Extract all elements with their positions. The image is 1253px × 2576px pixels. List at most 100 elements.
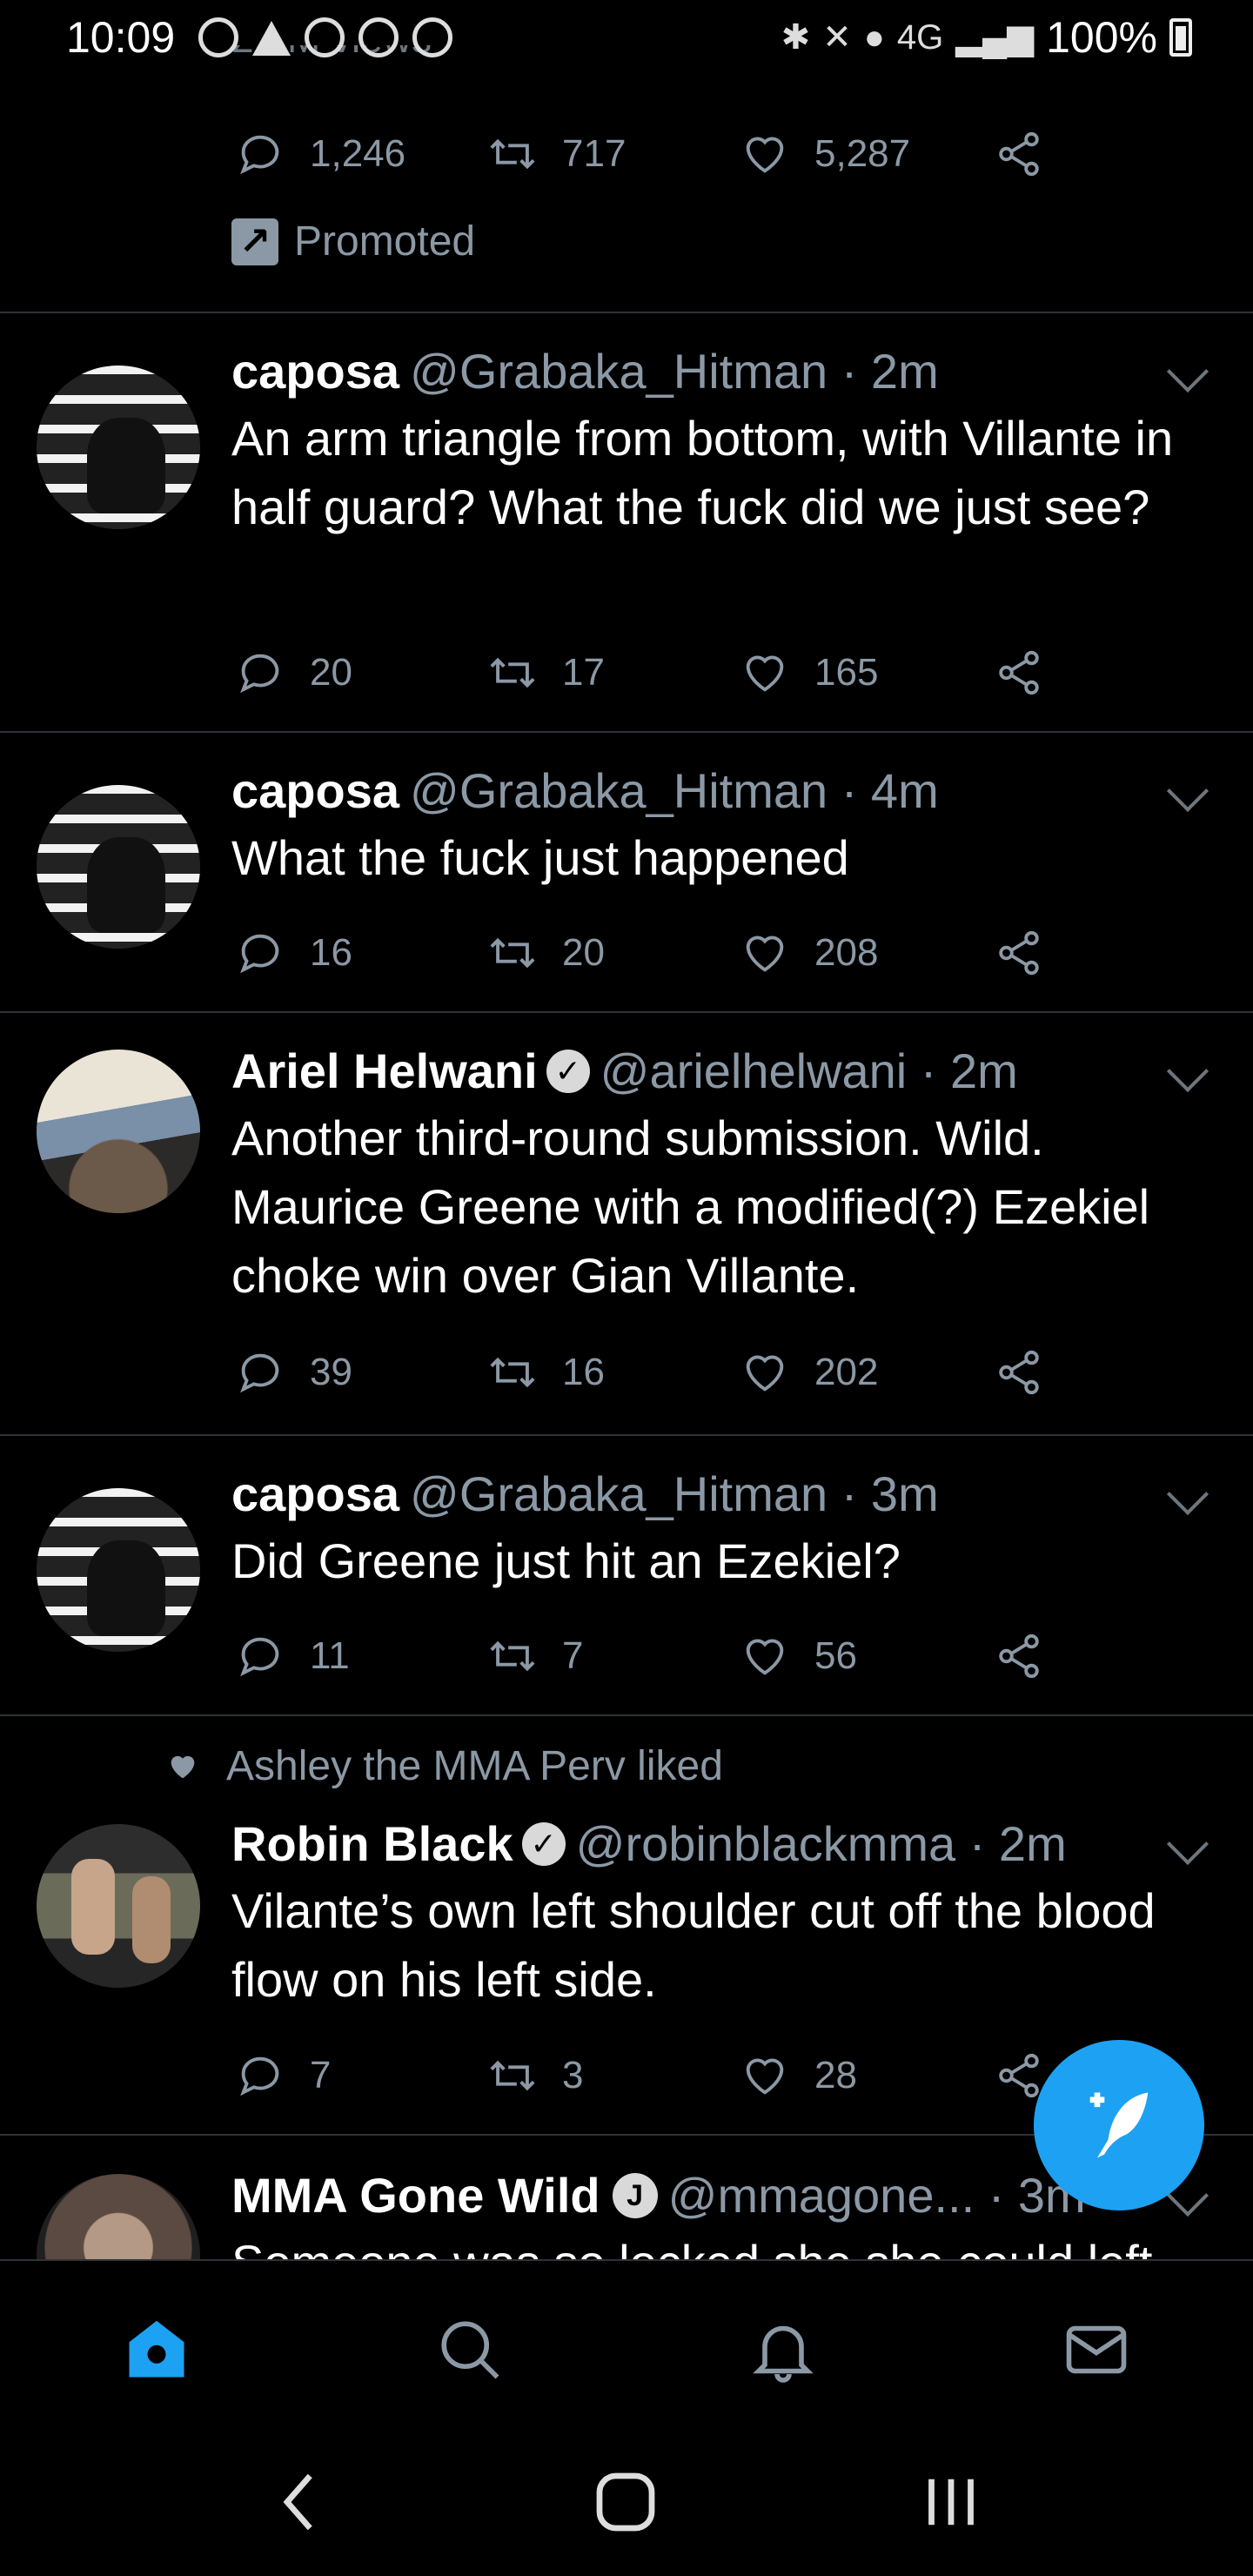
author-handle[interactable]: @Grabaka_Hitman · 3m [410,1464,939,1525]
badge-icon: J [612,2173,658,2218]
author-handle[interactable]: @robinblackmma · 2m [576,1814,1067,1875]
retweet-button[interactable]: 16 [487,1347,605,1398]
share-icon [999,1633,1039,1679]
home-button[interactable] [586,2463,665,2541]
retweet-icon [490,2060,535,2091]
retweet-button[interactable]: 3 [487,2050,583,2101]
retweet-button[interactable]: 7 [487,1631,583,1681]
reply-icon [240,1637,279,1677]
spotify-icon [198,17,238,57]
author-handle[interactable]: @Grabaka_Hitman · 4m [410,761,939,822]
reply-icon [240,135,279,175]
reply-icon [240,1353,279,1393]
tweet-actions: 16 20 208 [235,928,1070,980]
promoted-icon [231,218,278,265]
like-button[interactable]: 208 [740,928,878,978]
reply-button[interactable]: 20 [235,647,352,698]
verified-badge-icon: ✓ [521,1822,566,1866]
author-name[interactable]: caposa [231,1464,399,1525]
retweet-button[interactable]: 717 [487,129,626,179]
like-button[interactable]: 202 [740,1347,878,1398]
chevron-down-icon[interactable] [1166,769,1209,813]
bell-icon [753,2325,814,2383]
share-button[interactable] [994,2050,1044,2101]
back-button[interactable] [261,2463,339,2541]
author-name[interactable]: caposa [231,761,399,822]
author-name[interactable]: Ariel Helwani [231,1041,538,1102]
tweet-card[interactable]: caposa @Grabaka_Hitman · 2m An arm trian… [0,313,1253,731]
retweet-icon [490,657,535,688]
author-name[interactable]: Robin Black [231,1814,513,1875]
tweet-header: caposa @Grabaka_Hitman · 2m [231,341,939,402]
share-button[interactable] [994,928,1044,978]
author-handle[interactable]: @Grabaka_Hitman · 2m [410,341,939,402]
social-context: Ashley the MMA Perv liked [165,1742,723,1790]
promoted-label: Promoted [231,218,475,265]
tweet-card[interactable]: caposa @Grabaka_Hitman · 4m What the fuc… [0,733,1253,1011]
like-button[interactable]: 28 [740,2050,857,2101]
tweet-text: An arm triangle from bottom, with Villan… [231,411,1174,534]
signal-icon: ▂▄▆ [955,18,1035,57]
avatar[interactable] [37,1488,200,1652]
avatar[interactable] [37,366,200,529]
tweet-actions: 11 7 56 [235,1631,1070,1683]
tweet-text: What the fuck just happened [231,830,849,885]
like-button[interactable]: 5,287 [740,129,910,179]
retweet-button[interactable]: 20 [487,928,605,978]
tweet-text: Vilante’s own left shoulder cut off the … [231,1883,1156,2007]
retweet-icon [490,937,535,969]
share-button[interactable] [994,1347,1044,1398]
verified-badge-icon: ✓ [546,1050,590,1093]
chevron-down-icon[interactable] [1166,350,1209,393]
tweet-actions: 7 3 28 [235,2050,1070,2103]
status-bar: 10:09 ✱ ✕ ● 4G ▂▄▆ 100% [0,0,1253,77]
tweet-header: Robin Black ✓ @robinblackmma · 2m [231,1814,1067,1875]
notification-icons [198,17,452,57]
reply-icon [240,934,279,974]
heart-icon [746,1639,784,1675]
avatar[interactable] [37,1050,200,1213]
chevron-down-icon[interactable] [1166,1050,1209,1093]
recents-button[interactable] [912,2463,990,2541]
author-handle[interactable]: @arielhelwani · 2m [600,1041,1018,1102]
tweet-card[interactable]: Ariel Helwani ✓ @arielhelwani · 2m Anoth… [0,1013,1253,1434]
retweet-button[interactable]: 17 [487,647,605,698]
chevron-down-icon[interactable] [1166,1822,1209,1866]
timeline-feed[interactable]: 2.9M views 1,246 717 5,287 Promoted capo… [0,0,1253,2259]
like-button[interactable]: 165 [740,647,878,698]
share-button[interactable] [994,129,1044,179]
retweet-icon [490,1640,535,1672]
reply-button[interactable]: 7 [235,2050,331,2101]
author-name[interactable]: MMA Gone Wild [231,2165,600,2226]
tab-home[interactable] [120,2313,193,2386]
heart-icon [746,1355,784,1392]
share-icon [999,930,1039,976]
battery-icon [1169,18,1192,57]
tab-notifications[interactable] [747,2313,820,2386]
share-button[interactable] [994,647,1044,698]
network-type: 4G [896,17,944,57]
bluetooth-icon: ✱ [781,18,811,57]
reply-button[interactable]: 39 [235,1347,352,1398]
home-icon [129,2320,184,2378]
reply-button[interactable]: 16 [235,928,352,978]
share-button[interactable] [994,1631,1044,1681]
location-icon: ● [863,17,885,57]
tweet-header: caposa @Grabaka_Hitman · 4m [231,761,939,822]
like-button[interactable]: 56 [740,1631,857,1681]
tweet-card[interactable]: caposa @Grabaka_Hitman · 3m Did Greene j… [0,1436,1253,1714]
reply-button[interactable]: 1,246 [235,129,405,179]
author-name[interactable]: caposa [231,341,399,402]
heart-icon [746,655,784,692]
compose-tweet-button[interactable] [1034,2040,1204,2210]
avatar[interactable] [37,785,200,949]
avatar[interactable] [37,1824,200,1988]
reddit-icon [358,17,399,57]
promoted-tweet-actions: 1,246 717 5,287 [235,129,1070,181]
tab-messages[interactable] [1060,2313,1133,2386]
chevron-down-icon[interactable] [1166,1472,1209,1516]
tab-search[interactable] [433,2313,506,2386]
reply-button[interactable]: 11 [235,1631,350,1681]
avatar[interactable] [37,2174,200,2259]
author-handle[interactable]: @mmagone... · 3m [668,2165,1086,2226]
